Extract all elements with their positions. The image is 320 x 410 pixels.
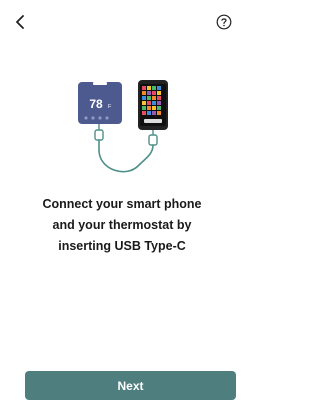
top-bar bbox=[0, 0, 244, 44]
question-circle-icon bbox=[216, 14, 232, 30]
instruction-line: inserting USB Type-C bbox=[58, 239, 186, 253]
back-button[interactable] bbox=[10, 12, 30, 32]
connection-illustration: 78 F bbox=[78, 80, 168, 173]
thermostat-device: 78 F bbox=[78, 82, 122, 124]
thermostat-temperature: 78 bbox=[89, 97, 103, 111]
instruction-text: Connect your smart phone and your thermo… bbox=[20, 194, 224, 257]
smartphone-device bbox=[138, 80, 168, 130]
instruction-line: and your thermostat by bbox=[52, 218, 192, 232]
chevron-left-icon bbox=[16, 15, 24, 29]
next-button[interactable]: Next bbox=[25, 371, 236, 400]
instruction-line: Connect your smart phone bbox=[42, 197, 202, 211]
help-button[interactable] bbox=[214, 12, 234, 32]
usb-cable bbox=[94, 124, 158, 173]
